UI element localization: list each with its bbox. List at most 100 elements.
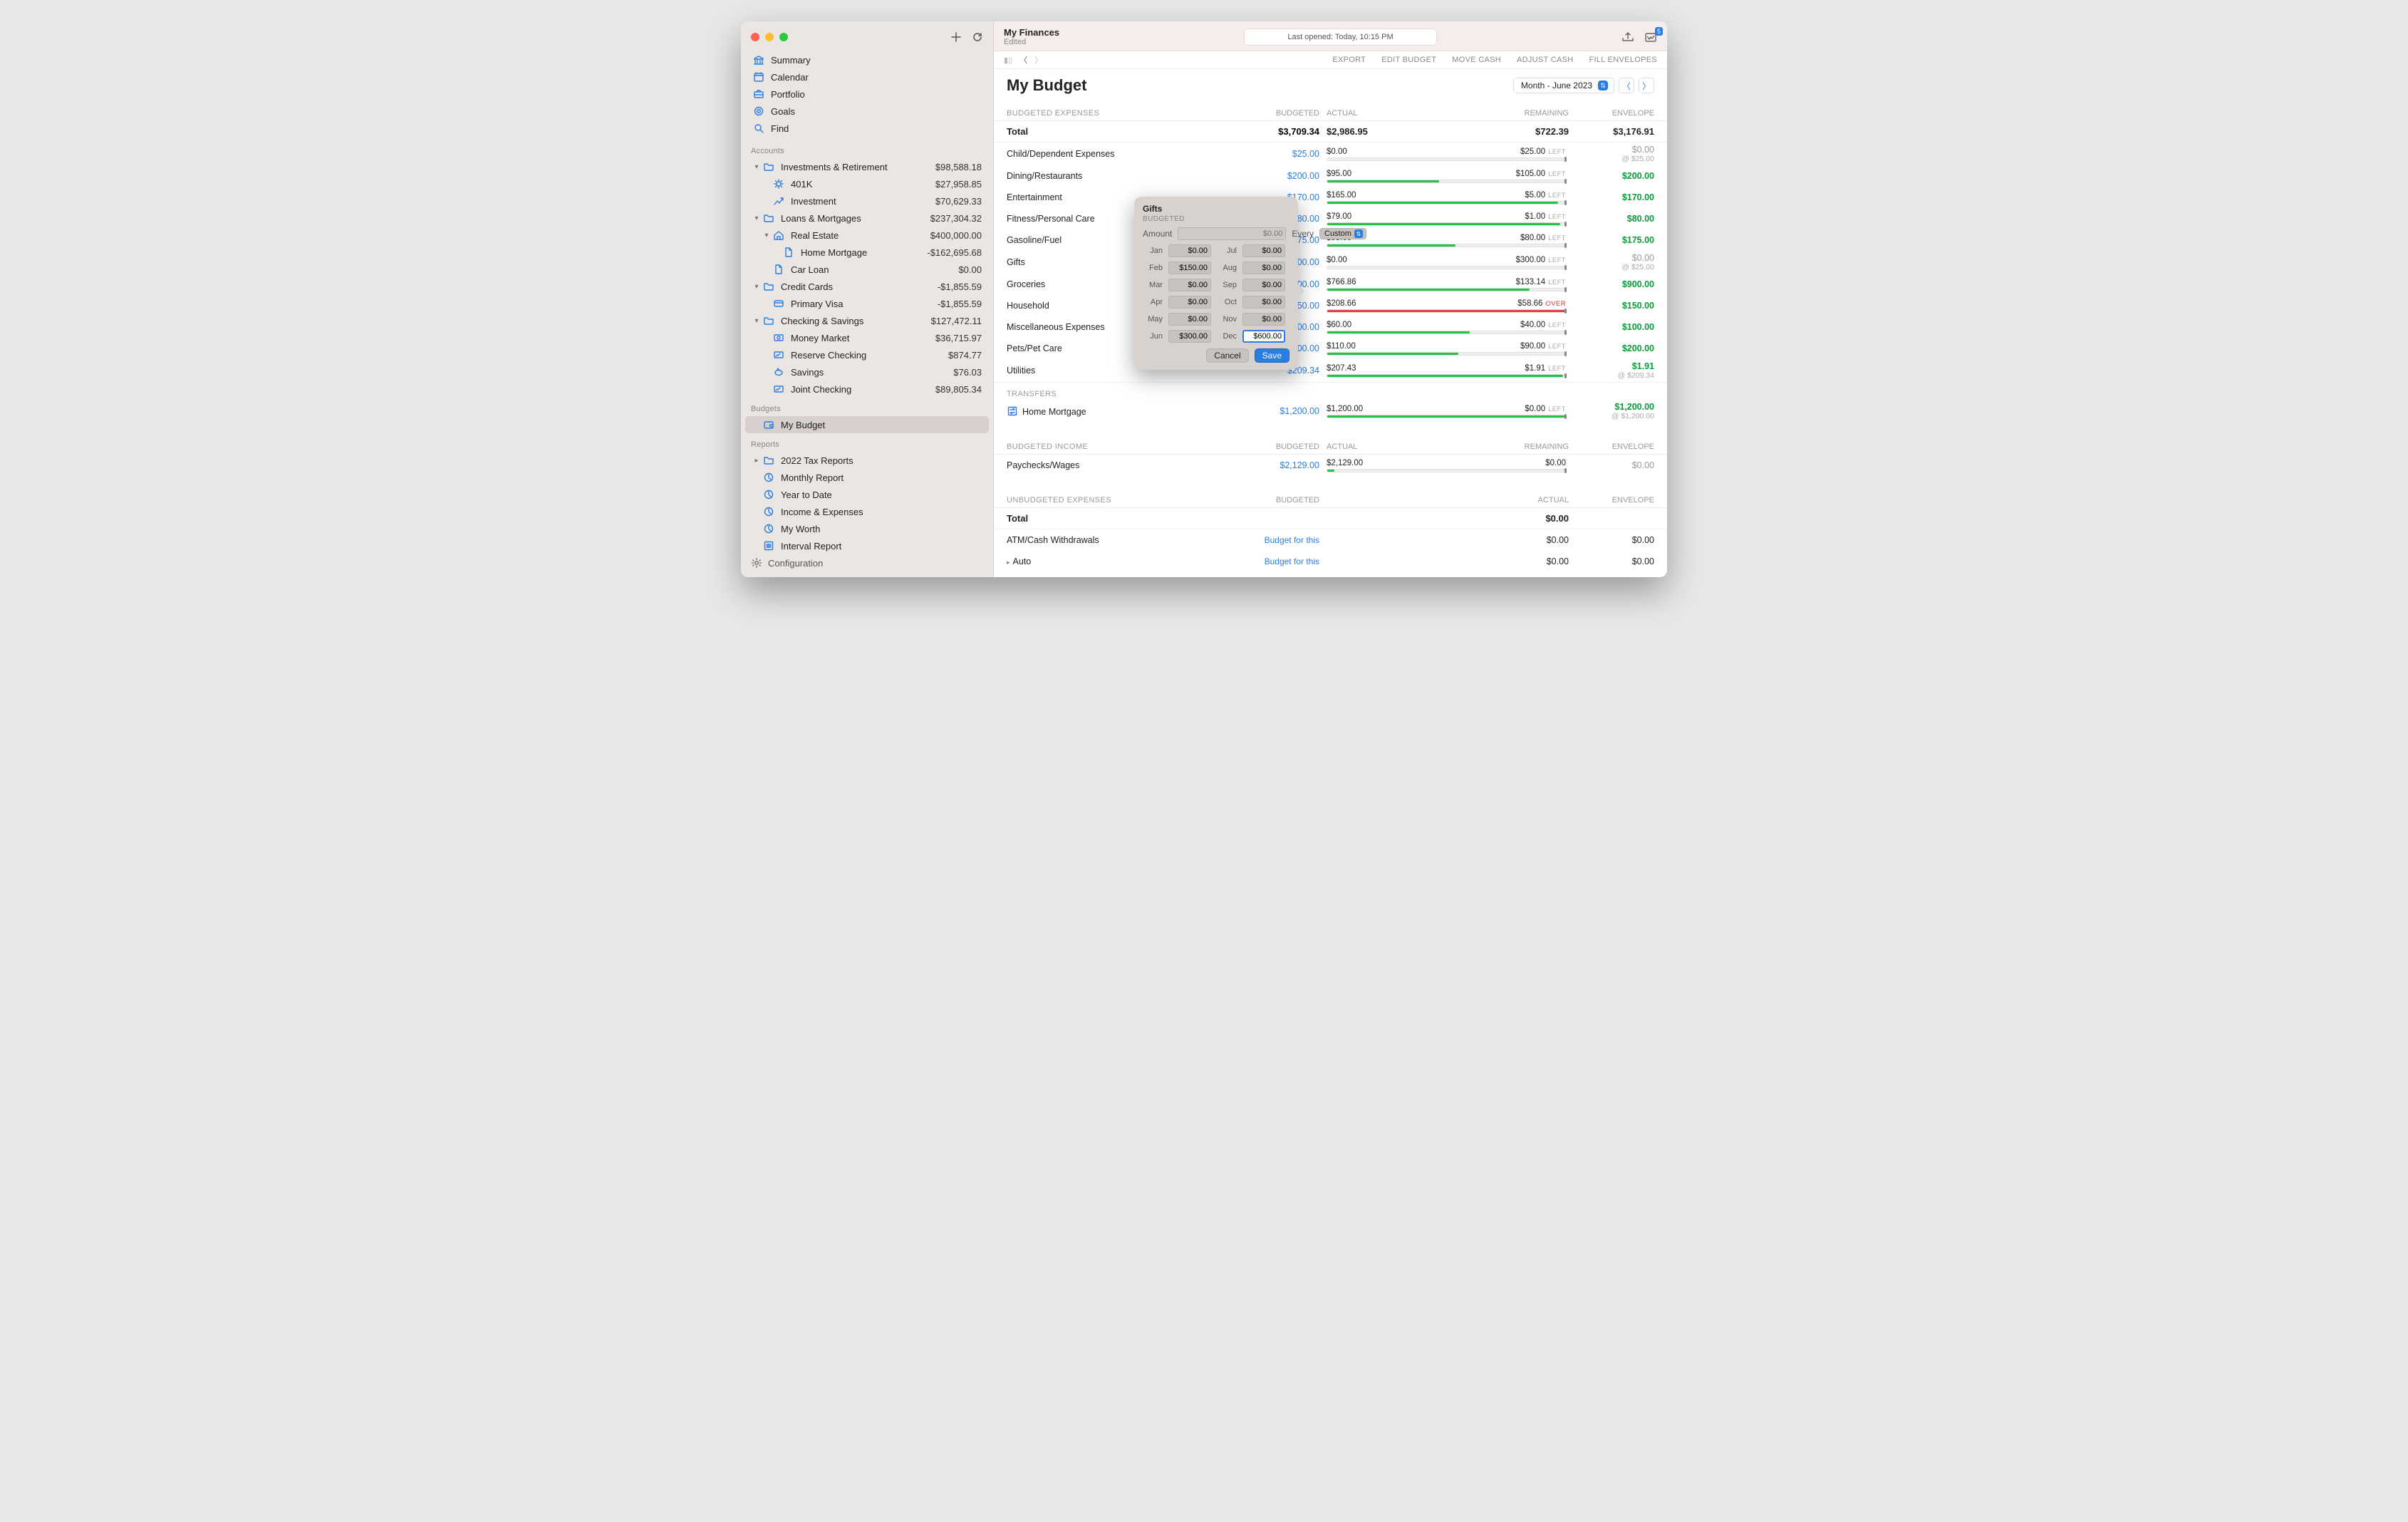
amount-input[interactable] (1178, 227, 1286, 240)
nav-back-button[interactable]: 〈 (1019, 54, 1027, 66)
account-amount: $127,472.11 (931, 316, 982, 326)
save-button[interactable]: Save (1255, 348, 1289, 363)
account-item[interactable]: ▾ Credit Cards -$1,855.59 (745, 278, 989, 295)
disclosure-triangle-icon[interactable]: ▾ (752, 163, 761, 171)
pie-icon (762, 471, 775, 484)
cancel-button[interactable]: Cancel (1206, 348, 1248, 363)
budgeted-amount[interactable]: $200.00 (1241, 171, 1319, 181)
disclosure-triangle-icon[interactable]: ▾ (752, 214, 761, 222)
nav-item-portfolio[interactable]: Portfolio (745, 86, 989, 103)
disclosure-triangle-icon[interactable]: ▾ (752, 317, 761, 325)
toolbar-action-move-cash[interactable]: MOVE CASH (1452, 56, 1501, 64)
budgeted-amount[interactable]: $1,200.00 (1241, 406, 1319, 416)
month-input-dec[interactable] (1242, 330, 1285, 343)
budget-item[interactable]: ▾ My Budget (745, 416, 989, 433)
remaining-amount: $105.00 (1516, 170, 1546, 178)
remaining-amount: $0.00 (1545, 459, 1566, 467)
actual-cell: $207.43 $1.91 LEFT (1327, 364, 1569, 378)
account-item[interactable]: ▾ Real Estate $400,000.00 (745, 227, 989, 244)
budget-for-this-link[interactable]: Budget for this (1241, 535, 1319, 545)
chart-icon (772, 195, 785, 207)
toolbar-action-export[interactable]: EXPORT (1332, 56, 1366, 64)
report-item[interactable]: ▾ Monthly Report (745, 469, 989, 486)
month-input-apr[interactable] (1168, 296, 1211, 309)
nav-item-summary[interactable]: Summary (745, 51, 989, 68)
account-item[interactable]: ▾ Car Loan $0.00 (745, 261, 989, 278)
budgeted-amount[interactable]: $25.00 (1241, 149, 1319, 159)
month-input-jun[interactable] (1168, 330, 1211, 343)
disclosure-triangle-icon[interactable]: ▸ (1007, 559, 1010, 566)
nav-label: Portfolio (771, 89, 805, 100)
check-icon (772, 383, 785, 395)
export-tray-icon[interactable] (1621, 31, 1634, 43)
report-item[interactable]: ▾ Year to Date (745, 486, 989, 503)
toolbar-action-fill-envelopes[interactable]: FILL ENVELOPES (1589, 56, 1658, 64)
month-input-jan[interactable] (1168, 244, 1211, 257)
month-input-mar[interactable] (1168, 279, 1211, 291)
account-item[interactable]: ▾ Home Mortgage -$162,695.68 (745, 244, 989, 261)
list-icon (762, 539, 775, 552)
nav-item-find[interactable]: Find (745, 120, 989, 137)
account-item[interactable]: ▾ 401K $27,958.85 (745, 175, 989, 192)
account-item[interactable]: ▾ Investment $70,629.33 (745, 192, 989, 209)
month-input-jul[interactable] (1242, 244, 1285, 257)
toolbar-action-adjust-cash[interactable]: ADJUST CASH (1517, 56, 1574, 64)
nav-item-calendar[interactable]: Calendar (745, 68, 989, 86)
period-select[interactable]: Month - June 2023 ⇅ (1513, 78, 1614, 93)
report-item[interactable]: ▸ 2022 Tax Reports (745, 452, 989, 469)
report-item[interactable]: ▾ Interval Report (745, 537, 989, 552)
income-section-label: BUDGETED INCOME (1007, 442, 1234, 451)
remaining-amount: $25.00 (1520, 147, 1545, 156)
month-input-nov[interactable] (1242, 313, 1285, 326)
budgeted-amount[interactable]: $2,129.00 (1241, 460, 1319, 470)
nav-forward-button[interactable]: 〉 (1034, 54, 1042, 66)
month-input-oct[interactable] (1242, 296, 1285, 309)
actual-cell: $60.00 $40.00 LEFT (1327, 321, 1569, 334)
disclosure-triangle-icon[interactable]: ▾ (752, 283, 761, 291)
account-item[interactable]: ▾ Checking & Savings $127,472.11 (745, 312, 989, 329)
notifications-icon[interactable] (1644, 31, 1657, 43)
month-input-may[interactable] (1168, 313, 1211, 326)
col-remaining: REMAINING (1525, 109, 1569, 118)
budget-row: Dining/Restaurants $200.00 $95.00 $105.0… (994, 165, 1667, 187)
sun-icon (772, 177, 785, 190)
envelope-cell: $100.00 (1576, 322, 1654, 332)
month-input-sep[interactable] (1242, 279, 1285, 291)
month-label: Nov (1217, 315, 1237, 323)
toolbar-action-edit-budget[interactable]: EDIT BUDGET (1381, 56, 1436, 64)
sidebar-toggle-icon[interactable]: ▮▯ (1004, 56, 1012, 65)
refresh-button[interactable] (972, 31, 983, 43)
minimize-window-button[interactable] (765, 33, 774, 41)
month-input-feb[interactable] (1168, 262, 1211, 274)
disclosure-triangle-icon[interactable]: ▾ (762, 232, 771, 239)
last-opened-pill[interactable]: Last opened: Today, 10:15 PM (1244, 29, 1436, 46)
month-input-aug[interactable] (1242, 262, 1285, 274)
period-prev-button[interactable]: 〈 (1619, 78, 1634, 93)
envelope-amount: $170.00 (1576, 192, 1654, 202)
budget-for-this-link[interactable]: Budget for this (1241, 556, 1319, 566)
add-button[interactable] (950, 31, 962, 43)
nav-item-goals[interactable]: Goals (745, 103, 989, 120)
account-label: Car Loan (791, 264, 829, 275)
account-item[interactable]: ▾ Investments & Retirement $98,588.18 (745, 158, 989, 175)
close-window-button[interactable] (751, 33, 759, 41)
account-item[interactable]: ▾ Savings $76.03 (745, 363, 989, 380)
disclosure-triangle-icon[interactable]: ▸ (752, 457, 761, 465)
unbudgeted-total-label: Total (1007, 513, 1234, 524)
account-item[interactable]: ▾ Reserve Checking $874.77 (745, 346, 989, 363)
account-item[interactable]: ▾ Joint Checking $89,805.34 (745, 380, 989, 398)
zoom-window-button[interactable] (779, 33, 788, 41)
account-item[interactable]: ▾ Money Market $36,715.97 (745, 329, 989, 346)
every-select[interactable]: Custom ⇅ (1319, 228, 1366, 239)
period-next-button[interactable]: 〉 (1639, 78, 1654, 93)
actual-amount: $110.00 (1327, 342, 1356, 351)
account-item[interactable]: ▾ Loans & Mortgages $237,304.32 (745, 209, 989, 227)
report-item[interactable]: ▾ My Worth (745, 520, 989, 537)
gifts-budget-popover: Gifts BUDGETED Amount Every Custom ⇅ Jan… (1134, 197, 1298, 370)
report-item[interactable]: ▾ Income & Expenses (745, 503, 989, 520)
account-item[interactable]: ▾ Primary Visa -$1,855.59 (745, 295, 989, 312)
account-amount: $70,629.33 (935, 196, 982, 207)
account-amount: $400,000.00 (930, 230, 982, 241)
progress-bar (1327, 201, 1566, 205)
configuration-button[interactable]: Configuration (741, 552, 993, 577)
